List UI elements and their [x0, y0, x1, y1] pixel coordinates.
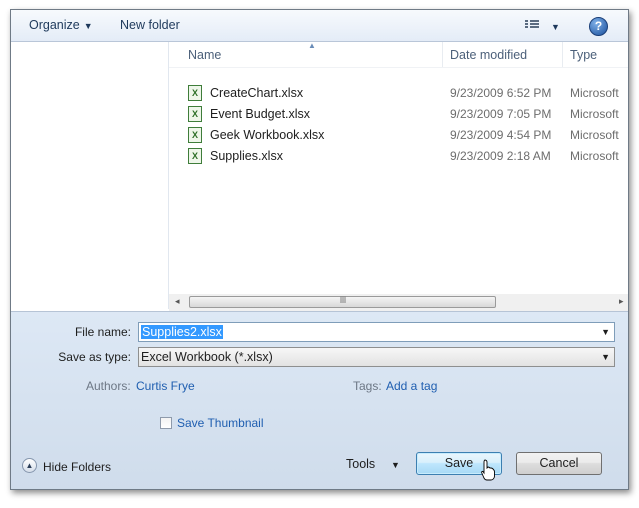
file-date: 9/23/2009 7:05 PM: [450, 107, 552, 121]
chevron-down-icon[interactable]: ▼: [601, 352, 610, 362]
file-name: Supplies.xlsx: [210, 149, 283, 163]
help-icon[interactable]: ?: [589, 17, 608, 36]
cancel-button[interactable]: Cancel: [516, 452, 602, 475]
organize-label: Organize: [29, 18, 80, 32]
file-name: CreateChart.xlsx: [210, 86, 304, 100]
excel-file-icon: X: [188, 148, 202, 164]
column-header-type[interactable]: Type: [570, 48, 597, 62]
save-as-type-select[interactable]: Excel Workbook (*.xlsx) ▼: [138, 347, 615, 367]
chevron-up-icon[interactable]: ▲: [22, 458, 37, 473]
view-details-icon[interactable]: [525, 20, 539, 31]
save-thumbnail-label[interactable]: Save Thumbnail: [177, 416, 264, 430]
chevron-down-icon[interactable]: ▼: [391, 460, 400, 470]
file-row[interactable]: X Supplies.xlsx 9/23/2009 2:18 AM Micros…: [169, 146, 628, 167]
excel-file-icon: X: [188, 85, 202, 101]
file-type: Microsoft: [570, 107, 619, 121]
command-bar: Organize ▼ New folder ▼ ?: [11, 10, 628, 42]
file-name-value: Supplies2.xlsx: [141, 325, 223, 339]
sort-ascending-icon: ▲: [308, 41, 316, 50]
hide-folders-button[interactable]: Hide Folders: [43, 460, 111, 474]
save-as-type-value: Excel Workbook (*.xlsx): [141, 350, 273, 364]
tools-button[interactable]: Tools: [346, 457, 375, 471]
file-name: Geek Workbook.xlsx: [210, 128, 325, 142]
file-type: Microsoft: [570, 149, 619, 163]
file-date: 9/23/2009 4:54 PM: [450, 128, 552, 142]
column-header-row: ▲ Name Date modified Type: [169, 41, 628, 68]
column-divider[interactable]: [442, 42, 443, 67]
save-thumbnail-checkbox[interactable]: [160, 417, 172, 429]
chevron-down-icon: ▼: [83, 21, 93, 31]
navigation-pane[interactable]: [11, 42, 169, 309]
grip-icon: lll: [340, 295, 346, 305]
file-name-input[interactable]: Supplies2.xlsx: [141, 325, 223, 339]
file-row[interactable]: X Event Budget.xlsx 9/23/2009 7:05 PM Mi…: [169, 104, 628, 125]
save-as-dialog: Organize ▼ New folder ▼ ? ▲ Name Date mod…: [10, 9, 629, 490]
file-name-label: File name:: [74, 325, 131, 339]
organize-button[interactable]: Organize ▼: [29, 18, 93, 32]
mouse-pointer-hand-icon: [481, 459, 495, 481]
file-row[interactable]: X CreateChart.xlsx 9/23/2009 6:52 PM Mic…: [169, 83, 628, 104]
file-type: Microsoft: [570, 86, 619, 100]
excel-file-icon: X: [188, 127, 202, 143]
excel-file-icon: X: [188, 106, 202, 122]
file-type: Microsoft: [570, 128, 619, 142]
column-header-name[interactable]: Name: [188, 48, 221, 62]
new-folder-button[interactable]: New folder: [120, 18, 180, 32]
authors-label: Authors:: [86, 379, 131, 393]
tags-label: Tags:: [353, 379, 382, 393]
column-divider[interactable]: [562, 42, 563, 67]
tags-value[interactable]: Add a tag: [386, 379, 437, 393]
file-list: ▲ Name Date modified Type X CreateChart.…: [169, 41, 628, 309]
file-date: 9/23/2009 6:52 PM: [450, 86, 552, 100]
chevron-down-icon[interactable]: ▼: [601, 327, 610, 337]
scroll-left-arrow-icon[interactable]: ◂: [175, 296, 180, 307]
view-options-chevron-down-icon[interactable]: ▼: [551, 19, 560, 33]
file-name-combobox[interactable]: Supplies2.xlsx ▼: [138, 322, 615, 342]
file-row[interactable]: X Geek Workbook.xlsx 9/23/2009 4:54 PM M…: [169, 125, 628, 146]
file-name: Event Budget.xlsx: [210, 107, 311, 121]
save-as-type-label: Save as type:: [58, 350, 131, 364]
column-header-date-modified[interactable]: Date modified: [450, 48, 527, 62]
authors-value[interactable]: Curtis Frye: [136, 379, 195, 393]
scroll-right-arrow-icon[interactable]: ▸: [619, 296, 624, 307]
scrollbar-thumb[interactable]: lll: [189, 295, 496, 308]
horizontal-scrollbar[interactable]: ◂ lll ▸: [169, 294, 628, 311]
file-date: 9/23/2009 2:18 AM: [450, 149, 551, 163]
